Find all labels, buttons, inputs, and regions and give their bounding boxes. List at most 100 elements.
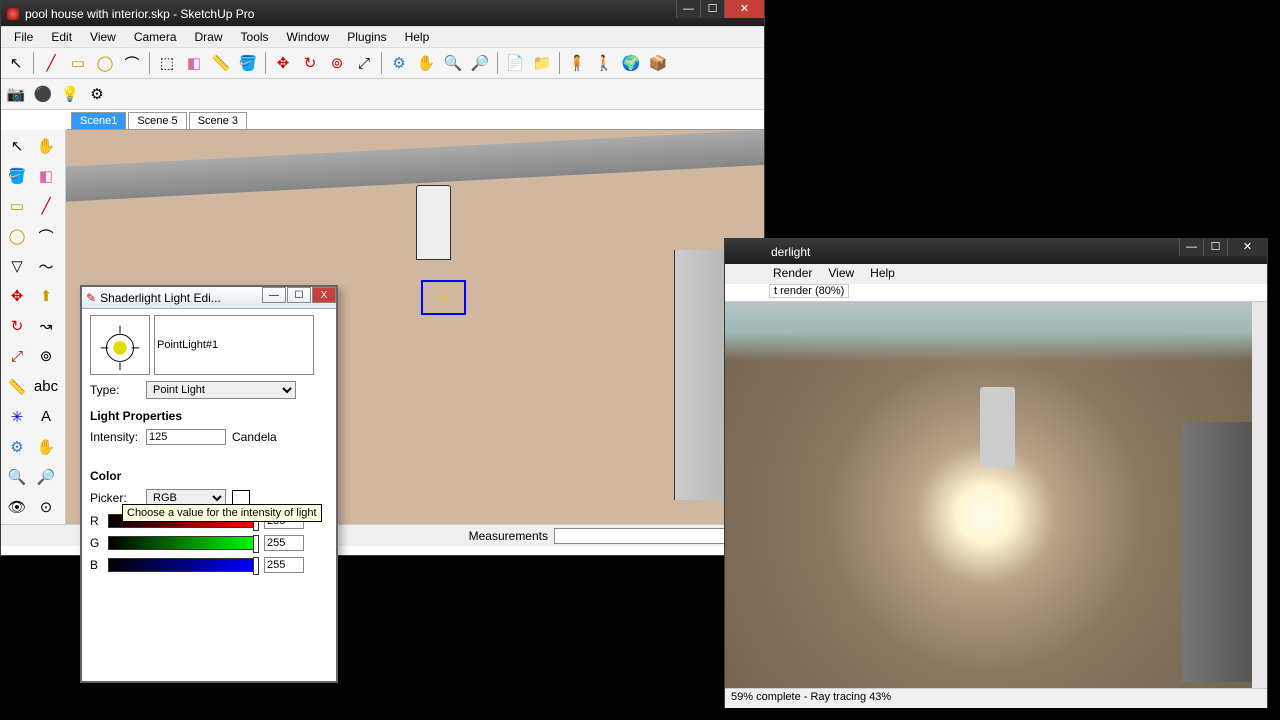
window-title: pool house with interior.skp - SketchUp … bbox=[25, 7, 254, 21]
dialog-minimize[interactable]: — bbox=[262, 287, 286, 303]
pushpull-icon[interactable]: ⬚ bbox=[154, 50, 180, 76]
pan-icon[interactable]: ✋ bbox=[413, 50, 439, 76]
rect2-icon[interactable]: ▭ bbox=[3, 192, 31, 220]
rotate-icon[interactable]: ↻ bbox=[297, 50, 323, 76]
tab-scene3[interactable]: Scene 3 bbox=[189, 112, 247, 129]
zoomwin-icon[interactable]: 🔎 bbox=[32, 463, 60, 491]
vertical-scrollbar[interactable] bbox=[1252, 302, 1267, 688]
app-icon bbox=[7, 8, 19, 20]
render-minimize[interactable]: — bbox=[1179, 238, 1203, 256]
free-icon[interactable]: ～ bbox=[32, 252, 60, 280]
pointer-icon[interactable]: ↖ bbox=[3, 132, 31, 160]
light-thumbnail bbox=[90, 315, 150, 375]
circle2-icon[interactable]: ◯ bbox=[3, 222, 31, 250]
dialog-maximize[interactable]: ☐ bbox=[287, 287, 311, 303]
picker-label: Picker: bbox=[90, 491, 140, 505]
zoomext-icon[interactable]: 🔎 bbox=[467, 50, 493, 76]
rectangle-icon[interactable]: ▭ bbox=[65, 50, 91, 76]
close-button[interactable]: ✕ bbox=[724, 0, 764, 18]
intensity-input[interactable] bbox=[146, 429, 226, 445]
minimize-button[interactable]: — bbox=[676, 0, 700, 18]
tape2-icon[interactable]: 📏 bbox=[3, 373, 31, 401]
circle-icon[interactable]: ◯ bbox=[92, 50, 118, 76]
render-titlebar: derlight — ☐ ✕ bbox=[725, 239, 1267, 264]
arc2-icon[interactable]: ⌒ bbox=[32, 222, 60, 250]
move2-icon[interactable]: ✥ bbox=[3, 282, 31, 310]
rotate2-icon[interactable]: ↻ bbox=[3, 312, 31, 340]
line-icon[interactable]: ╱ bbox=[38, 50, 64, 76]
tape-icon[interactable]: 📏 bbox=[208, 50, 234, 76]
dim-icon[interactable]: A bbox=[32, 403, 60, 431]
arc-icon[interactable]: ⌒ bbox=[119, 50, 145, 76]
b-input[interactable] bbox=[264, 557, 304, 573]
menu-file[interactable]: File bbox=[5, 28, 42, 46]
tab-scene5[interactable]: Scene 5 bbox=[128, 112, 186, 129]
b-label: B bbox=[90, 558, 102, 572]
render-menu-help[interactable]: Help bbox=[862, 264, 903, 284]
left-toolbox: ↖ ✋ 🪣 ◧ ▭ ╱ ◯ ⌒ ▽ ～ ✥ ⬆ ↻ ↝ ⤢ ⊚ 📏 abc ✳ … bbox=[1, 130, 66, 524]
r-label: R bbox=[90, 514, 102, 528]
gear-icon[interactable]: ⚙ bbox=[84, 81, 110, 107]
text-icon[interactable]: abc bbox=[32, 373, 60, 401]
dialog-close[interactable]: X bbox=[312, 287, 336, 303]
sphere-icon[interactable]: ⚫ bbox=[30, 81, 56, 107]
box-icon[interactable]: 📦 bbox=[645, 50, 671, 76]
dialog-titlebar: ✎ Shaderlight Light Edi... — ☐ X bbox=[82, 287, 336, 309]
walk-icon[interactable]: 🚶 bbox=[591, 50, 617, 76]
open-icon[interactable]: 📁 bbox=[529, 50, 555, 76]
menu-camera[interactable]: Camera bbox=[125, 28, 186, 46]
render-close[interactable]: ✕ bbox=[1227, 238, 1267, 256]
type-select[interactable]: Point Light bbox=[146, 381, 296, 399]
globe-icon[interactable]: 🌍 bbox=[618, 50, 644, 76]
render-menu-view[interactable]: View bbox=[820, 264, 862, 284]
new-icon[interactable]: 📄 bbox=[502, 50, 528, 76]
offset-icon[interactable]: ⊚ bbox=[324, 50, 350, 76]
menu-plugins[interactable]: Plugins bbox=[338, 28, 395, 46]
green-slider[interactable] bbox=[108, 536, 258, 550]
light-name-input[interactable] bbox=[154, 315, 314, 375]
render-tab-fragment[interactable]: t render (80%) bbox=[769, 284, 849, 298]
offset2-icon[interactable]: ⊚ bbox=[32, 342, 60, 370]
hand-icon[interactable]: ✋ bbox=[32, 132, 60, 160]
maximize-button[interactable]: ☐ bbox=[700, 0, 724, 18]
people-icon[interactable]: 🧍 bbox=[564, 50, 590, 76]
move-icon[interactable]: ✥ bbox=[270, 50, 296, 76]
push-icon[interactable]: ⬆ bbox=[32, 282, 60, 310]
menu-tools[interactable]: Tools bbox=[232, 28, 278, 46]
menu-help[interactable]: Help bbox=[396, 28, 439, 46]
menu-draw[interactable]: Draw bbox=[186, 28, 232, 46]
scale2-icon[interactable]: ⤢ bbox=[3, 342, 31, 370]
orbit-icon[interactable]: ⚙ bbox=[386, 50, 412, 76]
pan2-icon[interactable]: ✋ bbox=[32, 433, 60, 461]
camera-icon[interactable]: 📷 bbox=[3, 81, 29, 107]
select-icon[interactable]: ↖ bbox=[3, 50, 29, 76]
pencil-icon: ✎ bbox=[86, 291, 96, 305]
zoom2-icon[interactable]: 🔍 bbox=[3, 463, 31, 491]
follow-icon[interactable]: ↝ bbox=[32, 312, 60, 340]
g-input[interactable] bbox=[264, 535, 304, 551]
bulb-icon[interactable]: 💡 bbox=[57, 81, 83, 107]
render-menu-render[interactable]: Render bbox=[765, 264, 820, 284]
menu-window[interactable]: Window bbox=[278, 28, 339, 46]
type-label: Type: bbox=[90, 383, 140, 397]
render-maximize[interactable]: ☐ bbox=[1203, 238, 1227, 256]
blue-slider[interactable] bbox=[108, 558, 258, 572]
menu-view[interactable]: View bbox=[81, 28, 125, 46]
menu-edit[interactable]: Edit bbox=[42, 28, 81, 46]
eraser2-icon[interactable]: ◧ bbox=[32, 162, 60, 190]
eraser-icon[interactable]: ◧ bbox=[181, 50, 207, 76]
axes-icon[interactable]: ✳ bbox=[3, 403, 31, 431]
paint-icon[interactable]: 🪣 bbox=[235, 50, 261, 76]
poly-icon[interactable]: ▽ bbox=[3, 252, 31, 280]
bucket2-icon[interactable]: 🪣 bbox=[3, 162, 31, 190]
tab-scene1[interactable]: Scene1 bbox=[71, 112, 126, 129]
render-viewport[interactable] bbox=[725, 302, 1267, 688]
orbit2-icon[interactable]: ⚙ bbox=[3, 433, 31, 461]
zoom-icon[interactable]: 🔍 bbox=[440, 50, 466, 76]
scale-icon[interactable]: ⤢ bbox=[351, 50, 377, 76]
line2-icon[interactable]: ╱ bbox=[32, 192, 60, 220]
secondary-toolbar: 📷 ⚫ 💡 ⚙ bbox=[1, 79, 764, 110]
dialog-title: Shaderlight Light Edi... bbox=[100, 291, 221, 305]
eye-icon[interactable]: ⊙ bbox=[32, 493, 60, 521]
face-icon[interactable]: 👁 bbox=[3, 493, 31, 521]
